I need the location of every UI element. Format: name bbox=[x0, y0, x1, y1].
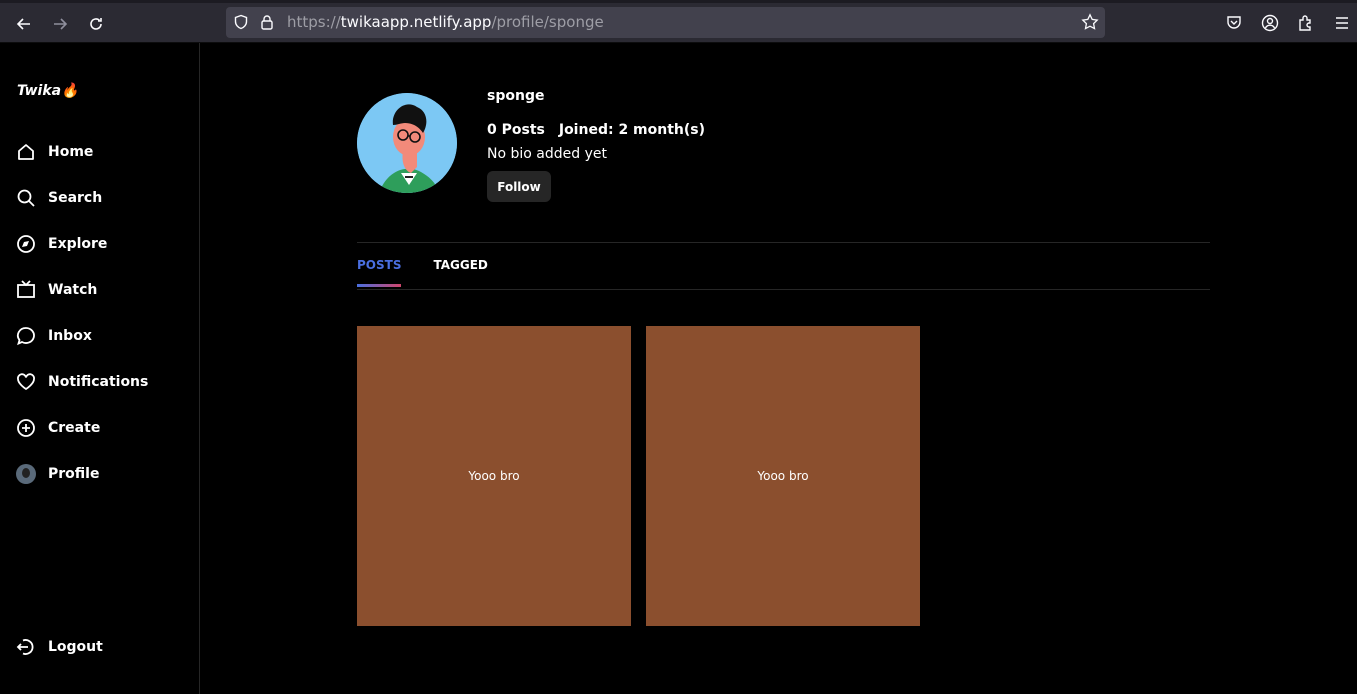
sidebar-item-home[interactable]: Home bbox=[16, 140, 93, 164]
sidebar-item-inbox[interactable]: Inbox bbox=[16, 324, 92, 348]
sidebar-item-watch[interactable]: Watch bbox=[16, 278, 97, 302]
url-text[interactable]: https://twikaapp.netlify.app/profile/spo… bbox=[287, 13, 604, 31]
sidebar-item-notifications[interactable]: Notifications bbox=[16, 370, 148, 394]
sidebar-item-label: Search bbox=[48, 190, 103, 206]
reload-button[interactable] bbox=[84, 12, 108, 36]
sidebar-item-explore[interactable]: Explore bbox=[16, 232, 107, 256]
sidebar-item-label: Explore bbox=[48, 236, 108, 252]
logout-icon bbox=[16, 637, 36, 657]
sidebar-item-search[interactable]: Search bbox=[16, 186, 102, 210]
chat-icon bbox=[16, 326, 36, 346]
avatar bbox=[16, 464, 36, 484]
shield-icon[interactable] bbox=[233, 14, 249, 34]
profile-avatar[interactable] bbox=[357, 93, 457, 193]
sidebar-item-profile[interactable]: Profile bbox=[16, 462, 99, 486]
tab-tagged[interactable]: TAGGED bbox=[433, 258, 487, 286]
profile-username: sponge bbox=[487, 88, 545, 104]
sidebar-item-create[interactable]: Create bbox=[16, 416, 100, 440]
divider bbox=[357, 289, 1210, 290]
url-path: /profile/sponge bbox=[491, 13, 604, 31]
extensions-icon[interactable] bbox=[1296, 13, 1316, 33]
tab-posts[interactable]: POSTS bbox=[357, 258, 402, 287]
profile-bio: No bio added yet bbox=[487, 146, 607, 162]
posts-count: 0 Posts bbox=[487, 122, 545, 138]
follow-button[interactable]: Follow bbox=[487, 171, 551, 202]
arrow-left-icon bbox=[16, 18, 30, 30]
tv-icon bbox=[16, 280, 36, 300]
avatar-illustration bbox=[357, 93, 457, 193]
post-text: Yooo bro bbox=[468, 469, 520, 483]
star-icon[interactable] bbox=[1081, 13, 1099, 35]
browser-toolbar: https://twikaapp.netlify.app/profile/spo… bbox=[0, 0, 1357, 43]
logout-label: Logout bbox=[48, 639, 103, 655]
url-domain: twikaapp.netlify.app bbox=[340, 13, 492, 31]
post-tile[interactable]: Yooo bro bbox=[357, 326, 631, 626]
reload-icon bbox=[90, 18, 102, 30]
search-icon bbox=[16, 188, 36, 208]
menu-icon[interactable] bbox=[1332, 13, 1352, 33]
pocket-icon[interactable] bbox=[1224, 13, 1244, 33]
heart-icon bbox=[16, 372, 36, 392]
app-logo[interactable]: Twika🔥 bbox=[17, 83, 79, 99]
post-text: Yooo bro bbox=[757, 469, 809, 483]
back-button[interactable] bbox=[12, 12, 36, 36]
forward-button[interactable] bbox=[48, 12, 72, 36]
sidebar-item-label: Inbox bbox=[48, 328, 92, 344]
sidebar-item-label: Home bbox=[48, 144, 94, 160]
sidebar-item-label: Notifications bbox=[48, 374, 149, 390]
home-icon bbox=[16, 142, 36, 162]
logout-button[interactable]: Logout bbox=[16, 635, 103, 659]
profile-icon-wrap bbox=[16, 464, 36, 484]
plus-circle-icon bbox=[16, 418, 36, 438]
joined-duration: Joined: 2 month(s) bbox=[558, 122, 706, 138]
account-icon[interactable] bbox=[1260, 13, 1280, 33]
post-tile[interactable]: Yooo bro bbox=[646, 326, 920, 626]
address-bar[interactable]: https://twikaapp.netlify.app/profile/spo… bbox=[226, 7, 1105, 38]
url-protocol: https:// bbox=[287, 13, 341, 31]
sidebar: Twika🔥 Home Search Explore Watch Inbox N… bbox=[0, 43, 200, 694]
compass-icon bbox=[16, 234, 36, 254]
sidebar-item-label: Create bbox=[48, 420, 101, 436]
profile-stats: 0 Posts Joined: 2 month(s) bbox=[487, 122, 705, 138]
sidebar-item-label: Watch bbox=[48, 282, 98, 298]
arrow-right-icon bbox=[54, 18, 68, 30]
lock-icon[interactable] bbox=[260, 14, 274, 34]
divider bbox=[357, 242, 1210, 243]
sidebar-item-label: Profile bbox=[48, 466, 100, 482]
profile-tabs: POSTS TAGGED bbox=[357, 258, 488, 287]
